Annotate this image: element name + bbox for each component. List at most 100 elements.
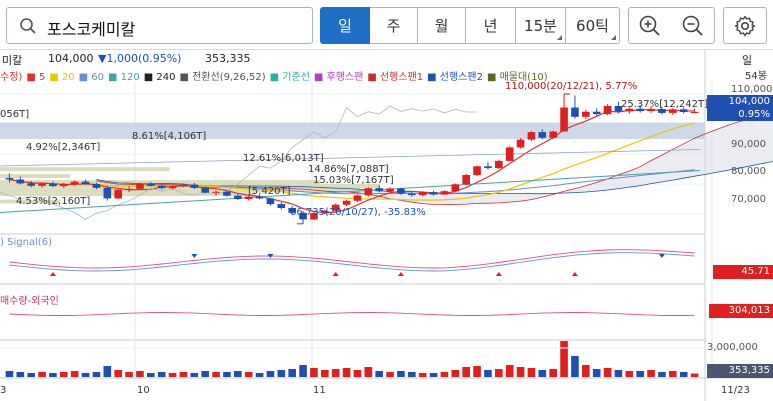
leading-span-1-line (96, 115, 773, 206)
volume-bar (244, 372, 253, 377)
cross-signal-arrow (571, 272, 578, 276)
candle-body (538, 132, 547, 138)
zoom-out-button[interactable] (671, 7, 715, 44)
volume-bar (647, 370, 655, 377)
cross-signal-arrow (49, 272, 56, 276)
legend-item: ■ 120 (108, 72, 140, 83)
candle-body (38, 183, 46, 186)
leading-span-2-line (96, 161, 773, 195)
settings-button[interactable] (723, 7, 767, 44)
dropdown-corner-icon (611, 35, 616, 40)
axis-tick: 90,000 (731, 139, 766, 150)
volume-bar (27, 373, 35, 377)
volume-bar (516, 367, 525, 377)
volume-bar (136, 371, 144, 377)
volume-value-tag: 353,335 (707, 364, 773, 378)
zoom-in-icon (639, 15, 660, 36)
volume-bar (321, 370, 329, 377)
volume-bar (201, 371, 209, 377)
macd-label: ) Signal(6) (0, 237, 52, 248)
date-axis-label: 11/23 (721, 385, 750, 396)
volume-bar (549, 369, 557, 377)
volume-bar (331, 369, 340, 377)
volume-band-label: 4.92%[2,346T] (26, 142, 101, 153)
date-axis-label: 10 (137, 385, 150, 396)
volume-profile-band (0, 188, 360, 193)
zoom-in-button[interactable] (628, 7, 672, 44)
volume-bar (429, 373, 438, 377)
candle-body (157, 185, 166, 189)
ma20-line (9, 122, 695, 201)
candle-body (81, 181, 90, 184)
candle-body (549, 131, 557, 138)
volume-bar (560, 341, 568, 377)
volume-bar (266, 371, 275, 377)
bar-count: 54봉 (745, 71, 767, 82)
volume-band-label: 4.53%[2,160T] (16, 196, 91, 207)
tab-period-month[interactable]: 월 (418, 7, 466, 44)
volume-bar (114, 370, 122, 377)
legend-item: ■ 전환선(9,26,52) (179, 72, 266, 83)
volume-bar (16, 372, 25, 377)
search-icon (20, 18, 36, 34)
volume-bar (190, 373, 199, 377)
candle-body (418, 192, 427, 196)
tab-period-day[interactable]: 일 (320, 7, 370, 44)
volume-band-label: 056T] (0, 109, 30, 120)
tab-period-week[interactable]: 주 (370, 7, 418, 44)
cross-signal-arrow (397, 272, 404, 276)
volume-profile-band (0, 167, 170, 172)
volume-bar (234, 371, 242, 377)
volume-bar (168, 373, 177, 377)
cloud-area (96, 115, 773, 205)
candle-body (179, 184, 188, 187)
legend-item: ■ 선행스팬2 (427, 72, 483, 83)
candle-body (484, 166, 492, 169)
volume-profile-band (0, 174, 70, 178)
candle-body (147, 183, 155, 186)
volume-profile-bands (0, 122, 705, 204)
candle-body (451, 184, 460, 192)
volume-bar (375, 371, 383, 377)
cross-signal-arrow (191, 254, 198, 258)
volume-bar (364, 367, 373, 377)
candle-body (125, 188, 133, 190)
stock-search-input[interactable]: 포스코케미칼 (6, 7, 313, 44)
volume-bar (277, 370, 286, 377)
volume-bar (212, 372, 220, 377)
volume-bar (462, 367, 470, 377)
volume-bar (288, 369, 296, 377)
candle-body (571, 107, 579, 117)
volume-bar (81, 373, 90, 377)
candle-body (168, 186, 177, 189)
ichimoku-cloud (96, 115, 773, 205)
volume-band-label: 15.03%[7,167T] (313, 175, 394, 186)
date-axis-label: 3 (0, 385, 7, 396)
volume-axis-tick: 3,000,000 (707, 342, 758, 353)
volume-bar (679, 372, 688, 377)
low-price-annotation: 66,735(20/10/27), -35.83% (290, 207, 426, 218)
candle-body (49, 183, 57, 187)
volume-band-label: [5,420T] (248, 186, 291, 197)
candle-body (560, 107, 568, 132)
volume-bar (5, 371, 14, 377)
candle-body (27, 183, 35, 186)
candle-body (223, 191, 231, 196)
date-axis-label: 11 (313, 385, 326, 396)
volume-bar (125, 372, 133, 377)
candle-body (440, 191, 449, 195)
price-info-bar: 미칼 104,000 ▼1,000(0.95%) 353,335 일 (0, 50, 773, 68)
tab-period-tick[interactable]: 60틱 (566, 7, 620, 44)
stock-short-name: 미칼 (2, 54, 23, 67)
axis-tick: 110,000 (731, 84, 773, 95)
volume-bar (92, 372, 101, 377)
tab-period-minute[interactable]: 15분 (516, 7, 566, 44)
tab-period-year[interactable]: 년 (466, 7, 516, 44)
volume-bar (418, 373, 427, 377)
current-price: 104,000 (48, 52, 94, 65)
volume-bar (179, 372, 188, 377)
volume-band-label: 8.61%[4,106T] (132, 131, 207, 142)
candle-body (495, 160, 503, 169)
chart-annotations (297, 93, 571, 225)
macd-value-tag: 45.71 (713, 265, 773, 279)
